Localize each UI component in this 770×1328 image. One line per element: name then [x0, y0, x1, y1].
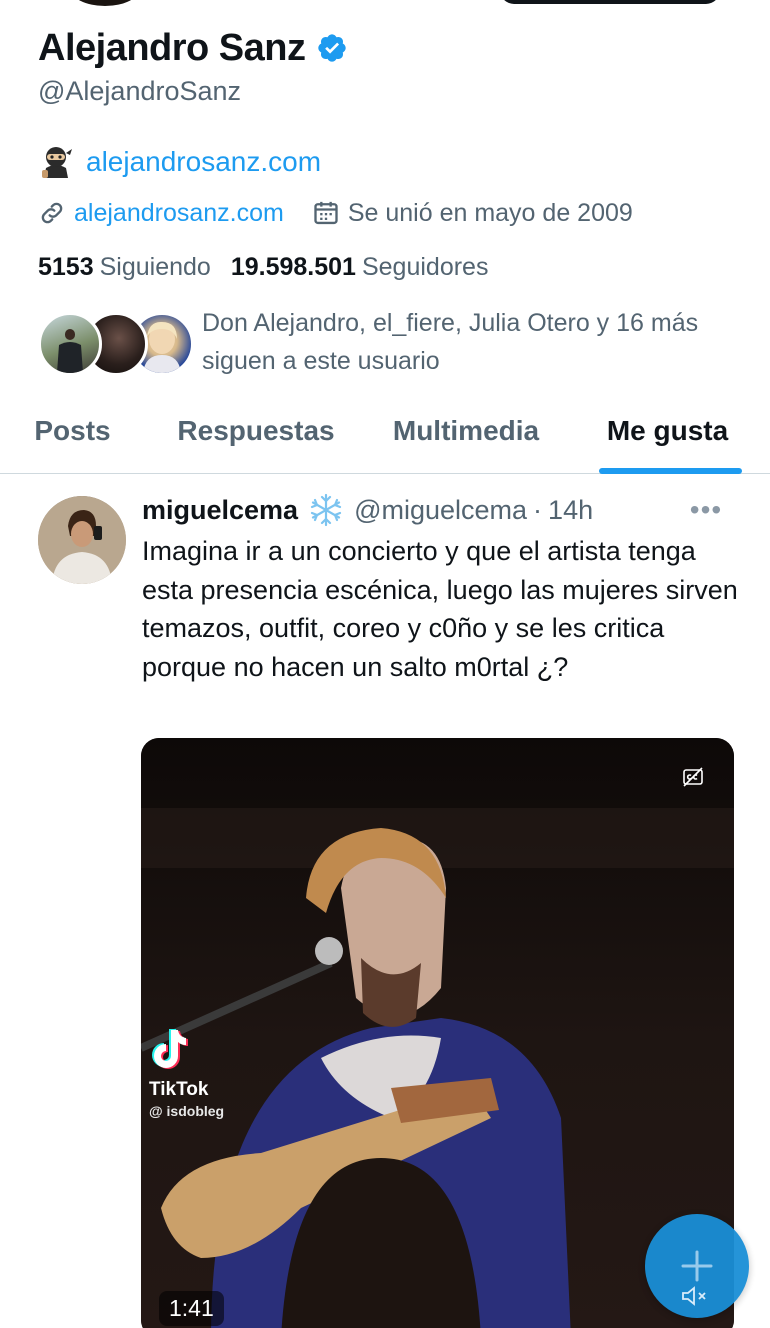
video-frame [141, 738, 734, 1328]
name-row: Alejandro Sanz [38, 24, 750, 72]
profile-header: Alejandro Sanz @AlejandroSanz alejandros… [38, 24, 750, 286]
website-link[interactable]: alejandrosanz.com [74, 199, 284, 228]
tweet-author-handle[interactable]: @miguelcema [354, 495, 527, 526]
tab-label: Me gusta [606, 415, 729, 446]
profile-avatar-edge[interactable] [70, 0, 140, 6]
tweet-header: miguelcema @miguelcema · 14h ••• [142, 490, 740, 530]
profile-tabs: Posts Respuestas Multimedia Me gusta [0, 392, 770, 474]
profile-handle: @AlejandroSanz [38, 76, 242, 106]
followed-by[interactable]: Don Alejandro, el_fiere, Julia Otero y 1… [38, 304, 740, 380]
calendar-icon [312, 199, 340, 227]
joined-item: Se unió en mayo de 2009 [312, 199, 633, 228]
tiktok-wordmark: TikTok [149, 1079, 209, 1100]
bio: alejandrosanz.com [38, 142, 750, 182]
tweet-author-avatar[interactable] [38, 496, 126, 584]
tiktok-username: @ isdobleg [149, 1103, 225, 1119]
display-name: Alejandro Sanz [38, 26, 306, 69]
followers-label: Seguidores [361, 252, 489, 281]
verified-badge-icon[interactable] [316, 32, 348, 64]
video-duration: 1:41 [159, 1291, 224, 1326]
website-item[interactable]: alejandrosanz.com [38, 199, 284, 228]
tab-replies[interactable]: Respuestas [145, 392, 367, 470]
tweet-video[interactable]: TikTok @ isdobleg 1:41 [141, 738, 734, 1328]
more-icon[interactable]: ••• [686, 490, 726, 530]
ninja-emoji-icon [38, 144, 74, 180]
tab-label: Respuestas [177, 415, 335, 446]
following-label: Siguiendo [99, 252, 211, 281]
follow-button-edge[interactable] [500, 0, 720, 4]
avatar [38, 312, 102, 376]
link-icon [38, 199, 66, 227]
following-stat[interactable]: 5153 Siguiendo [38, 253, 211, 282]
following-count: 5153 [38, 252, 94, 281]
tab-likes[interactable]: Me gusta [565, 392, 770, 474]
followers-stat[interactable]: 19.598.501 Seguidores [231, 253, 489, 282]
mute-icon[interactable] [680, 1284, 708, 1308]
followers-count: 19.598.501 [230, 252, 356, 281]
tweet-separator: · [533, 494, 543, 525]
tweet-author-name[interactable]: miguelcema [142, 495, 298, 526]
bio-link[interactable]: alejandrosanz.com [86, 146, 321, 178]
follow-stats: 5153 Siguiendo 19.598.501 Seguidores [38, 248, 750, 286]
tweet-text: Imagina ir a un concierto y que el artis… [142, 536, 738, 682]
captions-off-icon[interactable] [682, 766, 704, 788]
tab-posts[interactable]: Posts [0, 392, 145, 470]
joined-date: Se unió en mayo de 2009 [347, 198, 633, 227]
tweet-time[interactable]: 14h [548, 495, 593, 526]
followed-by-line2: siguen a este usuario [202, 347, 440, 375]
tiktok-logo-icon [152, 1029, 188, 1069]
tiktok-watermark: TikTok @ isdobleg [149, 1028, 224, 1119]
followed-by-line1: Don Alejandro, el_fiere, Julia Otero y 1… [202, 309, 699, 337]
plus-icon [681, 1250, 713, 1282]
followed-by-text: Don Alejandro, el_fiere, Julia Otero y 1… [202, 304, 698, 380]
tab-media[interactable]: Multimedia [367, 392, 565, 470]
tab-label: Multimedia [392, 415, 540, 446]
snowflake-emoji-icon [308, 492, 344, 528]
tab-label: Posts [34, 415, 111, 446]
active-tab-indicator [599, 468, 742, 474]
followed-by-avatars [38, 304, 194, 376]
profile-meta: alejandrosanz.com Se unió en mayo de 200… [38, 196, 750, 230]
